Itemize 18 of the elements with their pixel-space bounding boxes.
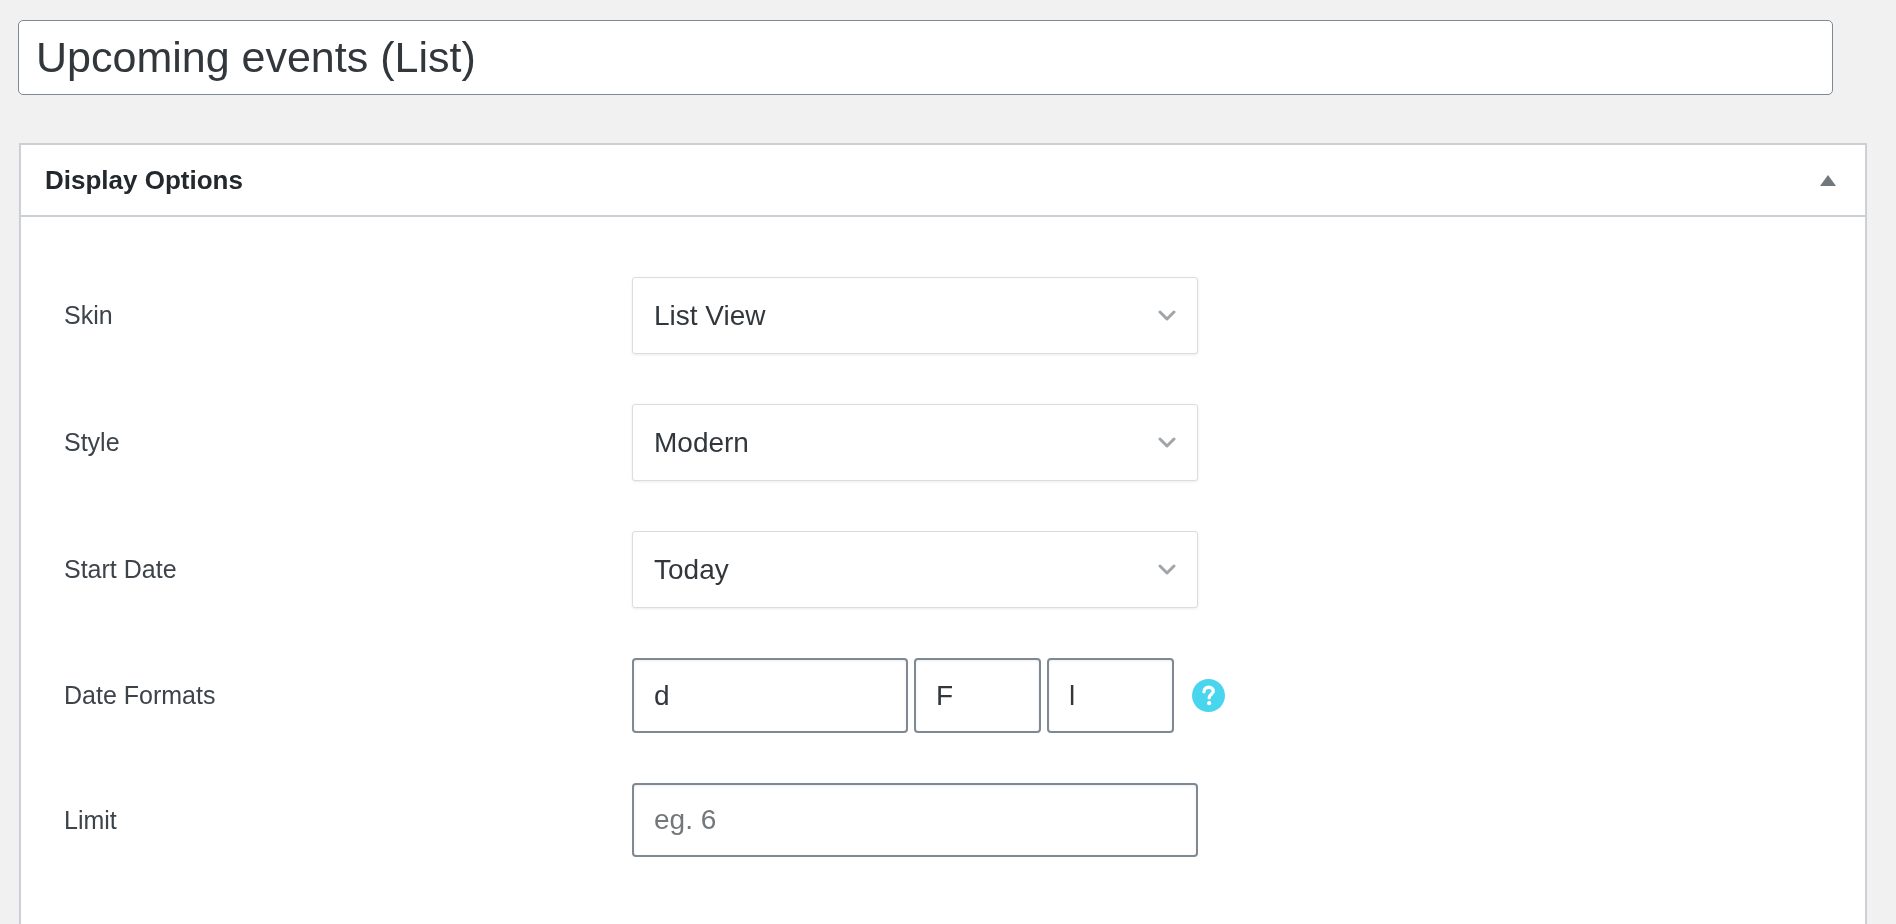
input-field[interactable]: l bbox=[1047, 658, 1174, 733]
field-label: Skin bbox=[64, 301, 113, 330]
field-label: Date Formats bbox=[64, 681, 216, 710]
input-field[interactable]: F bbox=[914, 658, 1041, 733]
field-label: Style bbox=[64, 428, 120, 457]
dropdown[interactable]: Today bbox=[632, 531, 1198, 608]
dropdown[interactable]: Modern bbox=[632, 404, 1198, 481]
input-field[interactable]: eg. 6 bbox=[632, 783, 1198, 857]
title-field[interactable]: Upcoming events (List) bbox=[18, 20, 1833, 95]
field-label: Limit bbox=[64, 805, 117, 835]
field-label: Start Date bbox=[64, 555, 177, 584]
panel-title: Display Options bbox=[45, 164, 243, 196]
dropdown[interactable]: List View bbox=[632, 277, 1198, 354]
chevron-down-icon bbox=[1158, 310, 1176, 321]
chevron-down-icon bbox=[1158, 437, 1176, 448]
triangle-icon[interactable] bbox=[1820, 174, 1836, 186]
input-field[interactable]: d bbox=[632, 658, 908, 733]
chevron-down-icon bbox=[1158, 564, 1176, 575]
